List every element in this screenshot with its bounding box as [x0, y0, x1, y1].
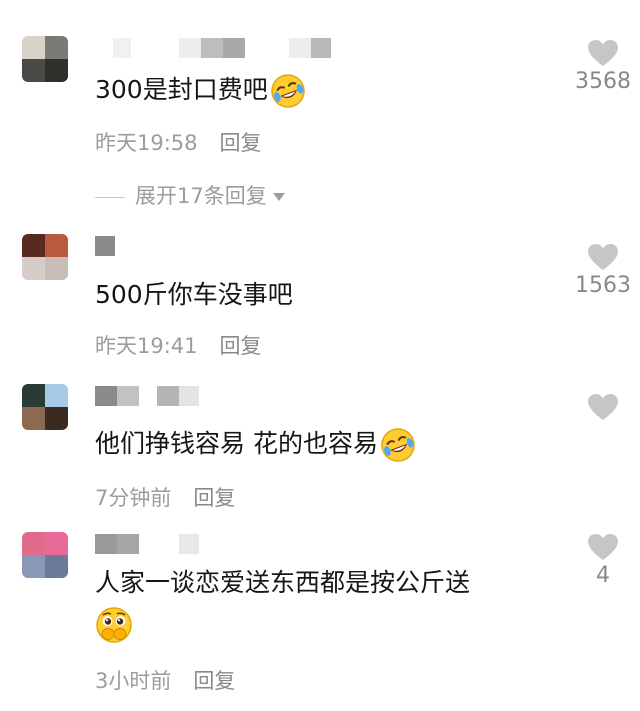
like-count: 3568: [575, 69, 631, 94]
like-count: 4: [596, 563, 610, 588]
reply-button[interactable]: 回复: [220, 131, 262, 155]
avatar[interactable]: [22, 36, 68, 82]
comment-time: 3小时前: [95, 669, 172, 693]
comment-time: 昨天19:58: [95, 131, 198, 155]
reply-button[interactable]: 回复: [220, 334, 262, 358]
rofl-emoji-icon: [270, 74, 305, 108]
like-button[interactable]: [563, 394, 640, 423]
divider: [95, 196, 125, 198]
avatar[interactable]: [22, 384, 68, 430]
username-redacted[interactable]: [95, 236, 125, 256]
expand-replies-button[interactable]: 展开17条回复: [95, 180, 285, 210]
caret-down-icon: [272, 193, 285, 201]
comment-meta: 昨天19:58 回复: [95, 127, 262, 157]
comment-text: 他们挣钱容易 花的也容易: [95, 427, 416, 463]
like-button[interactable]: 3568: [563, 40, 640, 95]
heart-icon: [588, 534, 618, 560]
comment-text: 人家一谈恋爱送东西都是按公斤送: [95, 568, 471, 597]
username-redacted[interactable]: [95, 38, 345, 58]
like-button[interactable]: 4: [563, 534, 640, 589]
username-redacted[interactable]: [95, 386, 215, 406]
comment-meta: 3小时前 回复: [95, 665, 235, 695]
like-button[interactable]: 1563: [563, 244, 640, 299]
pleading-hands-emoji-icon: [96, 607, 132, 643]
comment-text: 300是封口费吧: [95, 73, 306, 109]
comment-meta: 昨天19:41 回复: [95, 330, 262, 360]
heart-icon: [588, 394, 618, 420]
like-count: 1563: [575, 273, 631, 298]
comment-time: 昨天19:41: [95, 334, 198, 358]
heart-icon: [588, 40, 618, 66]
avatar[interactable]: [22, 234, 68, 280]
comment-meta: 7分钟前 回复: [95, 482, 235, 512]
heart-icon: [588, 244, 618, 270]
avatar[interactable]: [22, 532, 68, 578]
username-redacted[interactable]: [95, 534, 215, 554]
comment-time: 7分钟前: [95, 486, 172, 510]
reply-button[interactable]: 回复: [193, 669, 235, 693]
comment-text: 500斤你车没事吧: [95, 280, 293, 309]
rofl-emoji-icon: [381, 428, 415, 462]
reply-button[interactable]: 回复: [193, 486, 235, 510]
